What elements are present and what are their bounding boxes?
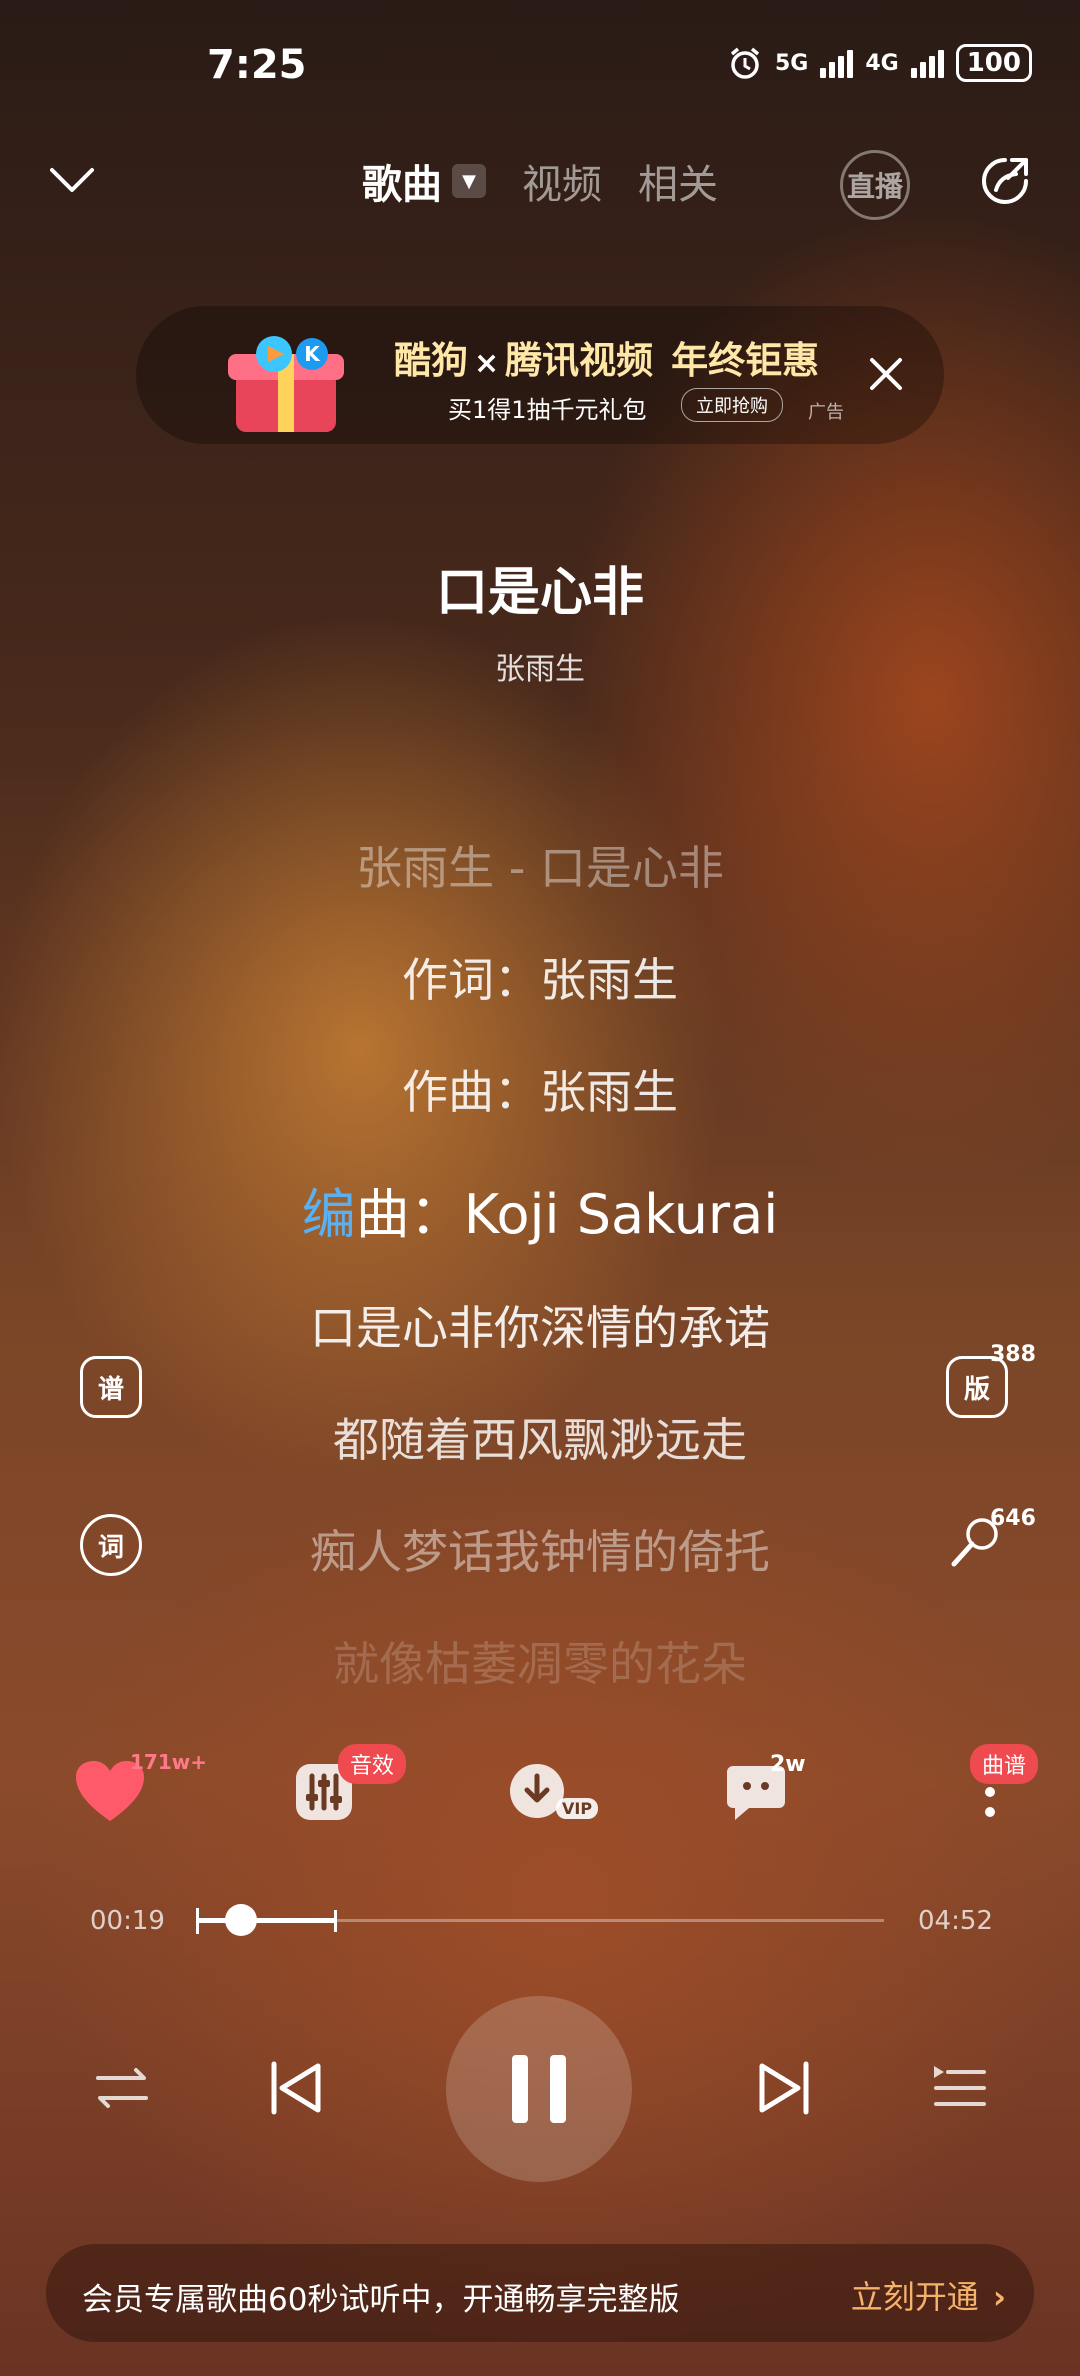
- lyric-highlight: 编: [301, 1183, 356, 1246]
- like-count: 171w+: [130, 1750, 207, 1774]
- ad-tag: 广告: [808, 402, 844, 423]
- pause-button[interactable]: [446, 1996, 632, 2182]
- battery-icon: 100: [955, 44, 1032, 82]
- sheet-music-button[interactable]: 谱: [80, 1356, 142, 1418]
- tab-related[interactable]: 相关: [638, 152, 718, 210]
- lyric-line-current[interactable]: 编曲：Koji Sakurai: [0, 1170, 1080, 1249]
- download-button[interactable]: [500, 1752, 580, 1832]
- pause-icon: [550, 2055, 566, 2123]
- signal-5g-icon: [820, 48, 854, 78]
- status-time: 7:25: [207, 42, 307, 88]
- sound-effect-badge: 音效: [338, 1744, 407, 1784]
- lyrics-button[interactable]: 词: [80, 1514, 142, 1576]
- lyric-line[interactable]: 痴人梦话我钟情的倚托: [0, 1516, 1080, 1582]
- score-badge: 曲谱: [970, 1744, 1039, 1784]
- top-tabs: 歌曲 ▼ 视频 相关: [0, 152, 1080, 210]
- progress-knob[interactable]: [225, 1904, 257, 1936]
- total-time: 04:52: [918, 1906, 993, 1936]
- status-icons: 5G 4G 100: [727, 44, 1032, 82]
- repeat-mode-icon[interactable]: [90, 2056, 154, 2120]
- network-4g-label: 4G: [865, 50, 899, 76]
- network-5g-label: 5G: [774, 50, 809, 76]
- song-artist[interactable]: 张雨生: [0, 644, 1080, 688]
- vip-open-label: 立刻开通: [850, 2278, 979, 2316]
- version-count: 388: [990, 1342, 1036, 1367]
- playlist-icon[interactable]: [926, 2056, 990, 2120]
- lyric-line[interactable]: 作曲：张雨生: [0, 1056, 1080, 1122]
- ad-x: ×: [474, 346, 500, 381]
- signal-4g-icon: [910, 48, 944, 78]
- tab-song[interactable]: 歌曲 ▼: [362, 152, 486, 210]
- ad-brand1: 酷狗: [394, 339, 468, 382]
- buffer-mark: [334, 1910, 337, 1932]
- lyric-line[interactable]: 口是心非你深情的承诺: [0, 1292, 1080, 1358]
- song-title: 口是心非: [435, 563, 644, 623]
- chevron-right-icon: ›: [992, 2278, 1006, 2316]
- current-time: 00:19: [90, 1906, 165, 1936]
- ad-promo: 年终钜惠: [671, 339, 820, 382]
- lyric-rest: 曲：Koji Sakurai: [355, 1183, 779, 1246]
- vip-open-button[interactable]: 立刻开通 ›: [851, 2272, 1006, 2318]
- svg-text:K: K: [304, 342, 321, 366]
- lyric-line[interactable]: 作词：张雨生: [0, 944, 1080, 1010]
- share-icon[interactable]: [978, 154, 1032, 208]
- lyric-line[interactable]: 都随着西风飘渺远走: [0, 1404, 1080, 1470]
- progress-fill: [196, 1918, 334, 1923]
- ad-brand2: 腾讯视频: [505, 339, 654, 382]
- tab-song-label: 歌曲: [362, 162, 442, 208]
- progress-start-mark: [196, 1908, 199, 1934]
- live-button[interactable]: 直播: [840, 150, 910, 220]
- ad-cta-button[interactable]: 立即抢购: [681, 388, 783, 422]
- close-icon[interactable]: [866, 354, 906, 394]
- vip-download-tag: VIP: [556, 1798, 599, 1819]
- karaoke-count: 646: [990, 1506, 1036, 1531]
- vip-trial-text: 会员专属歌曲60秒试听中，开通畅享完整版: [82, 2282, 680, 2318]
- next-track-icon[interactable]: [752, 2056, 816, 2120]
- ad-title: 酷狗 × 腾讯视频 年终钜惠: [394, 330, 819, 384]
- previous-track-icon[interactable]: [264, 2056, 328, 2120]
- alarm-icon: [730, 47, 760, 79]
- vip-trial-bar[interactable]: 会员专属歌曲60秒试听中，开通畅享完整版 立刻开通 ›: [46, 2244, 1034, 2342]
- gift-box-image: K: [228, 336, 344, 432]
- dropdown-caret-icon[interactable]: ▼: [452, 164, 486, 198]
- pause-icon: [512, 2055, 528, 2123]
- lyric-line[interactable]: 就像枯萎凋零的花朵: [0, 1628, 1080, 1694]
- tab-video[interactable]: 视频: [522, 152, 602, 210]
- ad-banner[interactable]: K 酷狗 × 腾讯视频 年终钜惠 买1得1抽千元礼包 立即抢购 广告: [136, 306, 944, 444]
- comment-count: 2w: [770, 1752, 806, 1777]
- lyric-line[interactable]: 张雨生 - 口是心非: [0, 832, 1080, 898]
- ad-subtitle: 买1得1抽千元礼包: [448, 396, 647, 424]
